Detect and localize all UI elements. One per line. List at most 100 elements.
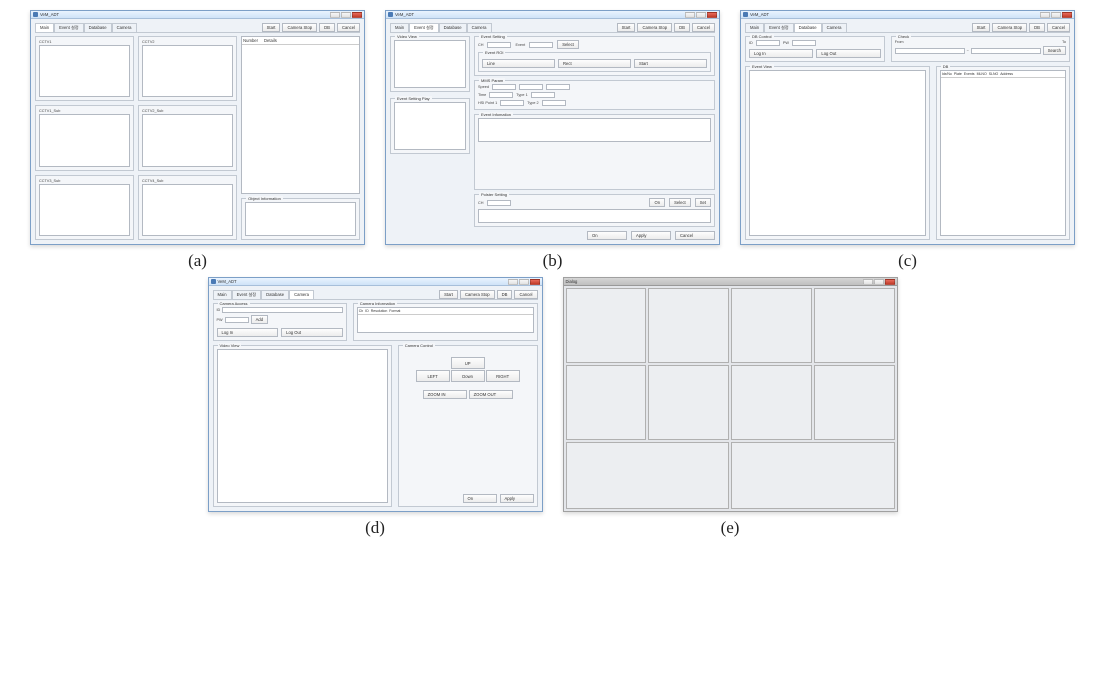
apply-button[interactable]: Apply xyxy=(500,494,534,503)
start-button[interactable]: Start xyxy=(439,290,458,299)
tab-camera[interactable]: Camera xyxy=(467,23,492,32)
id-input[interactable] xyxy=(756,40,780,46)
maximize-button[interactable] xyxy=(696,12,706,18)
grid-cell xyxy=(648,288,729,363)
close-button[interactable] xyxy=(707,12,717,18)
event-infomation-label: Event Infomation xyxy=(479,112,513,117)
to-input[interactable] xyxy=(971,48,1041,54)
close-button[interactable] xyxy=(1062,12,1072,18)
camera-stop-button[interactable]: Camera Stop xyxy=(282,23,317,32)
camera-login-button[interactable]: Log In xyxy=(217,328,279,337)
polster-select-button[interactable]: Select xyxy=(669,198,691,207)
tab-database[interactable]: Database xyxy=(439,23,467,32)
add-button[interactable]: Add xyxy=(251,315,268,324)
db-button[interactable]: DB xyxy=(674,23,690,32)
camera-pw-input[interactable] xyxy=(225,317,249,323)
start-button[interactable]: Start xyxy=(972,23,991,32)
ptz-left-button[interactable]: LEFT xyxy=(416,370,450,382)
camera-info-table[interactable]: Ch ID Resolution Format xyxy=(357,307,534,333)
maximize-button[interactable] xyxy=(519,279,529,285)
db-table[interactable]: Idx/No Plate Events MLNO SLNO Address xyxy=(940,70,1066,236)
polster-list[interactable] xyxy=(478,209,711,223)
minimize-button[interactable] xyxy=(508,279,518,285)
minimize-button[interactable] xyxy=(863,279,873,285)
speed-input-3[interactable] xyxy=(546,84,570,90)
tab-main[interactable]: Main xyxy=(390,23,409,32)
tab-main[interactable]: Main xyxy=(35,23,54,32)
minimize-button[interactable] xyxy=(685,12,695,18)
from-input[interactable] xyxy=(895,48,965,54)
tab-main[interactable]: Main xyxy=(213,290,232,299)
db-button[interactable]: DB xyxy=(497,290,513,299)
logout-button[interactable]: Log Out xyxy=(816,49,880,58)
type1-input[interactable] xyxy=(531,92,555,98)
cancel-button[interactable]: Cancel xyxy=(514,290,537,299)
type2-input[interactable] xyxy=(542,100,566,106)
tab-event[interactable]: Event 설정 xyxy=(764,23,794,32)
camera-stop-button[interactable]: Camera Stop xyxy=(637,23,672,32)
camera-id-input[interactable] xyxy=(222,307,342,313)
ptz-up-button[interactable]: UP xyxy=(451,357,485,369)
tab-camera[interactable]: Camera xyxy=(822,23,847,32)
tab-camera[interactable]: Camera xyxy=(289,290,314,299)
tab-main[interactable]: Main xyxy=(745,23,764,32)
select-button[interactable]: Select xyxy=(557,40,579,49)
pw-input[interactable] xyxy=(792,40,816,46)
pw-label: PW xyxy=(217,318,223,322)
check-label: Check xyxy=(896,34,911,39)
cctv3sub-label: CCTV3_Sub xyxy=(39,179,130,183)
maximize-button[interactable] xyxy=(874,279,884,285)
minimize-button[interactable] xyxy=(1040,12,1050,18)
grid-cell xyxy=(731,288,812,363)
maximize-button[interactable] xyxy=(341,12,351,18)
search-button[interactable]: Search xyxy=(1043,46,1066,55)
db-button[interactable]: DB xyxy=(319,23,335,32)
tab-camera[interactable]: Camera xyxy=(112,23,137,32)
polster-on-button[interactable]: On xyxy=(649,198,665,207)
close-button[interactable] xyxy=(530,279,540,285)
on-button[interactable]: On xyxy=(463,494,497,503)
roi-line-button[interactable]: Line xyxy=(482,59,555,68)
camera-stop-button[interactable]: Camera Stop xyxy=(460,290,495,299)
hsipoint-input[interactable] xyxy=(500,100,524,106)
on-button[interactable]: On xyxy=(587,231,627,240)
login-button[interactable]: Log In xyxy=(749,49,813,58)
tab-database[interactable]: Database xyxy=(794,23,822,32)
tab-database[interactable]: Database xyxy=(261,290,289,299)
roi-start-button[interactable]: Start xyxy=(634,59,707,68)
speed-input-1[interactable] xyxy=(492,84,516,90)
cancel-button-bottom[interactable]: Cancel xyxy=(675,231,715,240)
ch-select[interactable] xyxy=(487,42,511,48)
polster-ch-select[interactable] xyxy=(487,200,511,206)
cancel-button[interactable]: Cancel xyxy=(337,23,360,32)
event-info-list[interactable] xyxy=(478,118,711,142)
time-input[interactable] xyxy=(489,92,513,98)
tab-event[interactable]: Event 설정 xyxy=(54,23,84,32)
minimize-button[interactable] xyxy=(330,12,340,18)
db-button[interactable]: DB xyxy=(1029,23,1045,32)
zoom-out-button[interactable]: ZOOM OUT xyxy=(469,390,513,399)
tab-event[interactable]: Event 설정 xyxy=(232,290,262,299)
start-button[interactable]: Start xyxy=(262,23,281,32)
event-list[interactable]: Number Details xyxy=(241,36,360,194)
event-select[interactable] xyxy=(529,42,553,48)
camera-logout-button[interactable]: Log Out xyxy=(281,328,343,337)
grid-cell-wide xyxy=(566,442,730,509)
close-button[interactable] xyxy=(352,12,362,18)
tab-database[interactable]: Database xyxy=(84,23,112,32)
cancel-button[interactable]: Cancel xyxy=(1047,23,1070,32)
roi-rect-button[interactable]: Rect xyxy=(558,59,631,68)
zoom-in-button[interactable]: ZOOM IN xyxy=(423,390,467,399)
apply-button[interactable]: Apply xyxy=(631,231,671,240)
cctv2sub-label: CCTV2_Sub xyxy=(142,109,233,113)
maximize-button[interactable] xyxy=(1051,12,1061,18)
ptz-right-button[interactable]: RIGHT xyxy=(486,370,520,382)
ptz-down-button[interactable]: Down xyxy=(451,370,485,382)
close-button[interactable] xyxy=(885,279,895,285)
camera-stop-button[interactable]: Camera Stop xyxy=(992,23,1027,32)
polster-set-button[interactable]: Set xyxy=(695,198,711,207)
cancel-button[interactable]: Cancel xyxy=(692,23,715,32)
start-button[interactable]: Start xyxy=(617,23,636,32)
speed-input-2[interactable] xyxy=(519,84,543,90)
tab-event[interactable]: Event 설정 xyxy=(409,23,439,32)
